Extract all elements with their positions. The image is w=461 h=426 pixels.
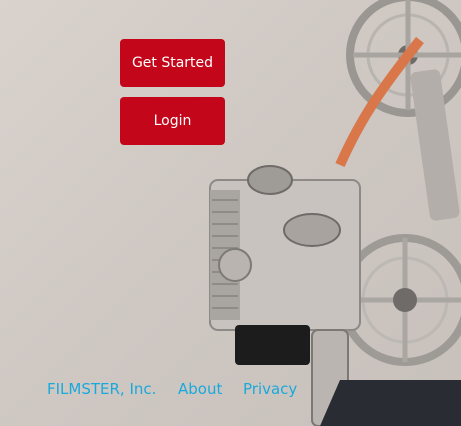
get-started-button[interactable]: Get Started: [120, 39, 225, 87]
film-projector-image: [209, 0, 461, 426]
login-button[interactable]: Login: [120, 97, 225, 145]
footer-privacy-link[interactable]: Privacy: [243, 380, 297, 398]
footer-company-link[interactable]: FILMSTER, Inc.: [47, 380, 156, 398]
footer-about-link[interactable]: About: [178, 380, 222, 398]
